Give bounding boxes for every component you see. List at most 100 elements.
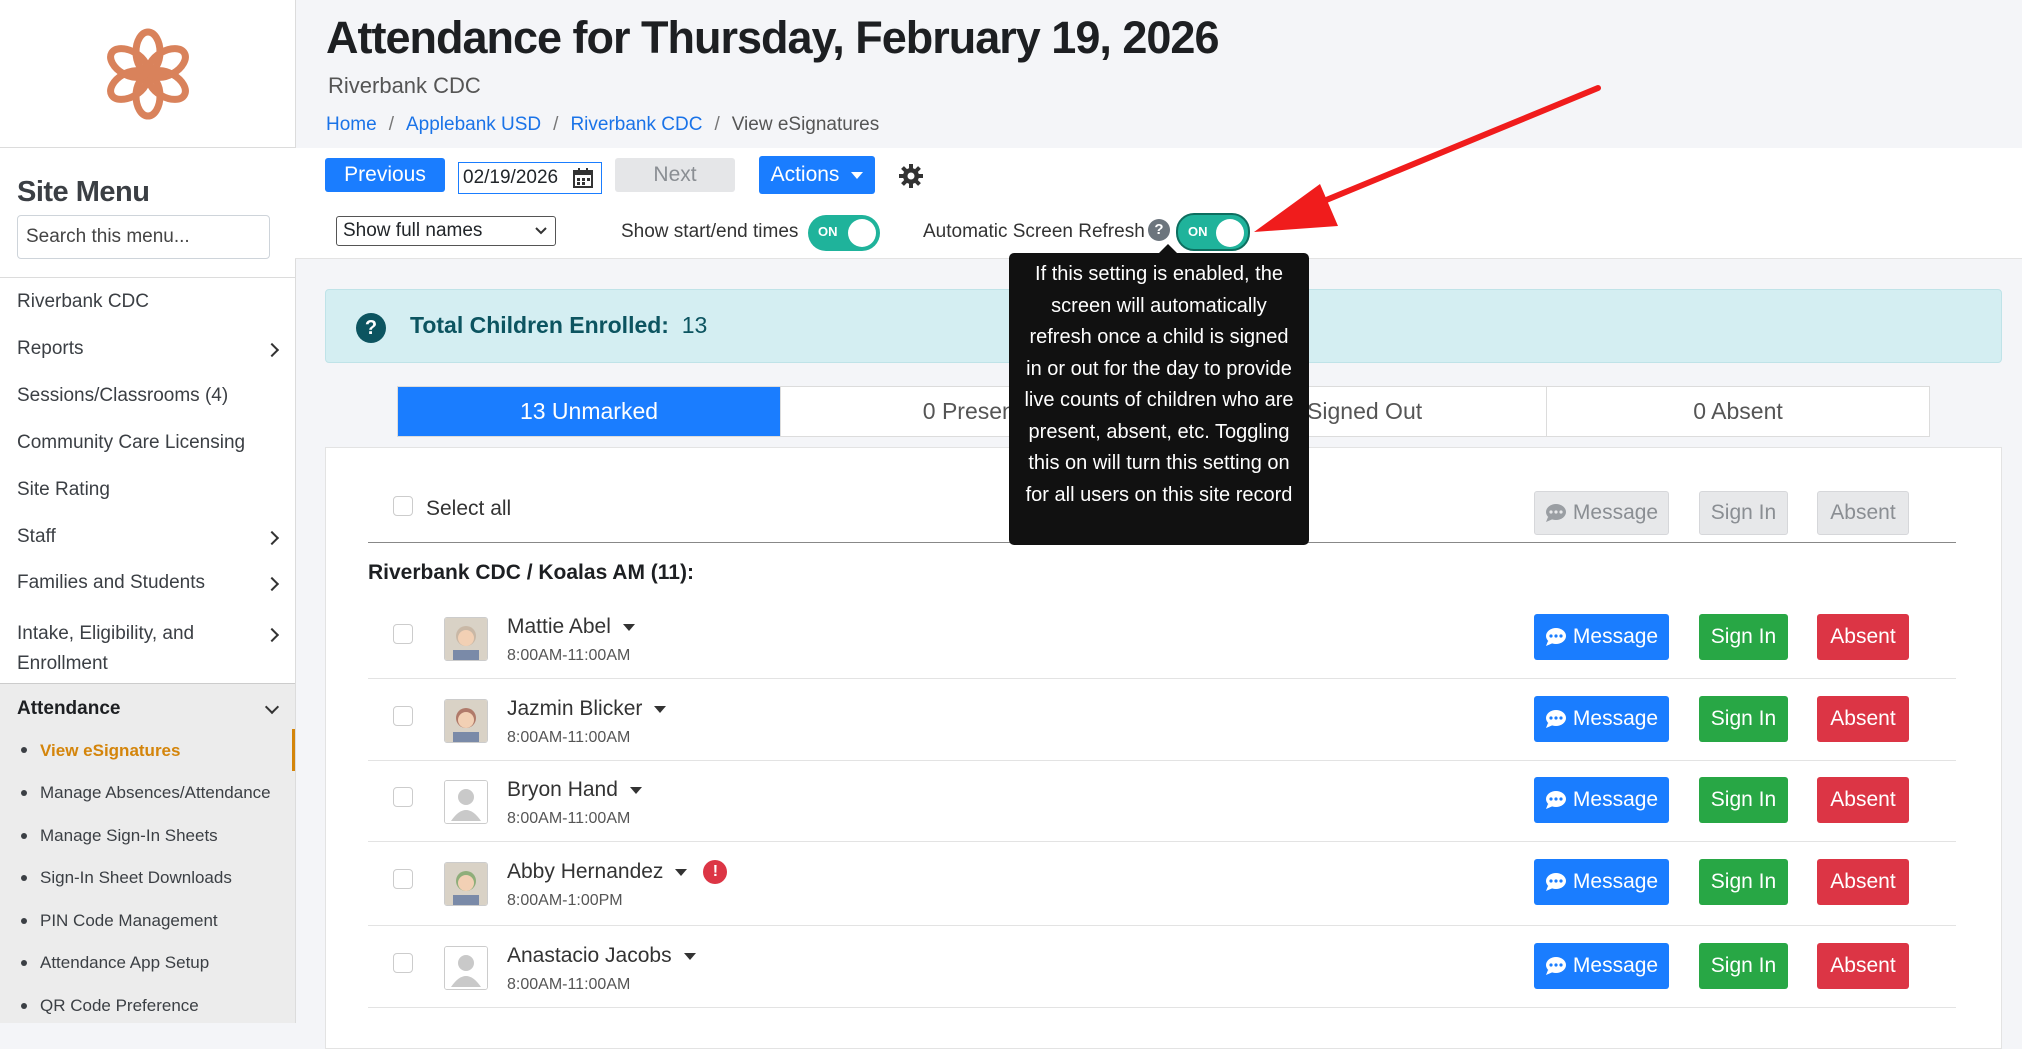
bulk-message-button[interactable]: Message bbox=[1534, 491, 1669, 535]
absent-button[interactable]: Absent bbox=[1817, 614, 1909, 660]
actions-dropdown[interactable]: Actions bbox=[759, 156, 875, 194]
child-name[interactable]: Jazmin Blicker bbox=[507, 697, 667, 721]
child-name[interactable]: Abby Hernandez! bbox=[507, 860, 728, 885]
caret-down-icon[interactable] bbox=[654, 705, 667, 713]
sign-in-button[interactable]: Sign In bbox=[1699, 696, 1788, 742]
sidebar-item-riverbank-cdc[interactable]: Riverbank CDC bbox=[17, 291, 149, 313]
sidebar-sub-pin-code-management[interactable]: PIN Code Management bbox=[40, 911, 218, 931]
attendance-section: Attendance View eSignatures Manage Absen… bbox=[0, 683, 295, 1023]
bullet bbox=[21, 918, 27, 924]
caret-down-icon[interactable] bbox=[683, 952, 696, 960]
date-field[interactable]: 02/19/2026 bbox=[458, 162, 602, 194]
sidebar-sub-attendance-app-setup[interactable]: Attendance App Setup bbox=[40, 953, 209, 973]
previous-button[interactable]: Previous bbox=[325, 158, 445, 192]
caret-down-icon[interactable] bbox=[622, 623, 635, 631]
sign-in-button[interactable]: Sign In bbox=[1699, 943, 1788, 989]
tab-unmarked[interactable]: 13 Unmarked bbox=[398, 387, 781, 436]
message-label: Message bbox=[1572, 707, 1659, 730]
absent-button[interactable]: Absent bbox=[1817, 943, 1909, 989]
sidebar-item-intake[interactable]: Intake, Eligibility, and Enrollment bbox=[17, 619, 287, 679]
exclamation-alert-icon[interactable]: ! bbox=[703, 860, 728, 885]
chevron-down-icon bbox=[535, 227, 547, 235]
sidebar-item-community-care-licensing[interactable]: Community Care Licensing bbox=[17, 432, 245, 454]
name-display-select[interactable]: Show full names bbox=[336, 216, 556, 246]
message-label: Message bbox=[1572, 788, 1659, 811]
caret-down-icon bbox=[851, 171, 864, 179]
row-checkbox[interactable] bbox=[393, 953, 413, 973]
chevron-down-icon bbox=[264, 699, 280, 715]
sidebar-sub-view-esignatures[interactable]: View eSignatures bbox=[40, 741, 180, 761]
sign-in-button[interactable]: Sign In bbox=[1699, 777, 1788, 823]
sidebar-item-sessions[interactable]: Sessions/Classrooms (4) bbox=[17, 385, 228, 407]
sidebar-item-site-rating[interactable]: Site Rating bbox=[17, 479, 110, 501]
total-enrolled: Total Children Enrolled: 13 bbox=[410, 312, 707, 339]
date-value: 02/19/2026 bbox=[463, 167, 559, 188]
avatar bbox=[444, 862, 488, 906]
breadcrumb: Home / Applebank USD / Riverbank CDC / View eS… bbox=[326, 114, 879, 136]
caret-down-icon[interactable] bbox=[675, 868, 688, 876]
show-times-toggle[interactable]: ON bbox=[808, 215, 880, 251]
toggle-on-text: ON bbox=[818, 224, 838, 239]
child-schedule: 8:00AM-11:00AM bbox=[507, 647, 631, 664]
group-title: Riverbank CDC / Koalas AM (11): bbox=[368, 561, 694, 584]
sidebar-sub-qr-code-preference[interactable]: QR Code Preference bbox=[40, 996, 199, 1016]
avatar bbox=[444, 699, 488, 743]
child-name[interactable]: Anastacio Jacobs bbox=[507, 944, 696, 968]
chevron-right-icon bbox=[264, 576, 280, 592]
sidebar-item-reports[interactable]: Reports bbox=[17, 338, 287, 360]
chat-bubble-icon bbox=[1545, 710, 1566, 728]
breadcrumb-home[interactable]: Home bbox=[326, 114, 377, 135]
sidebar-sub-manage-sign-in-sheets[interactable]: Manage Sign-In Sheets bbox=[40, 826, 218, 846]
chat-bubble-icon bbox=[1545, 873, 1566, 891]
child-schedule: 8:00AM-11:00AM bbox=[507, 976, 631, 993]
bulk-sign-in-button[interactable]: Sign In bbox=[1699, 491, 1788, 535]
sidebar-item-staff[interactable]: Staff bbox=[17, 526, 287, 548]
child-name-text: Mattie Abel bbox=[507, 615, 611, 638]
menu-search-input[interactable] bbox=[17, 215, 270, 259]
sign-in-button[interactable]: Sign In bbox=[1699, 614, 1788, 660]
absent-button[interactable]: Absent bbox=[1817, 859, 1909, 905]
help-icon[interactable]: ? bbox=[1148, 219, 1170, 241]
row-checkbox[interactable] bbox=[393, 624, 413, 644]
sidebar-item-families-and-students[interactable]: Families and Students bbox=[17, 572, 287, 594]
sidebar-sub-manage-absences[interactable]: Manage Absences/Attendance bbox=[40, 783, 271, 803]
child-name[interactable]: Bryon Hand bbox=[507, 778, 642, 802]
message-label: Message bbox=[1572, 625, 1659, 648]
child-schedule: 8:00AM-11:00AM bbox=[507, 729, 631, 746]
message-button[interactable]: Message bbox=[1534, 777, 1669, 823]
message-button[interactable]: Message bbox=[1534, 696, 1669, 742]
message-button[interactable]: Message bbox=[1534, 614, 1669, 660]
row-checkbox[interactable] bbox=[393, 869, 413, 889]
sidebar-sub-sign-in-sheet-downloads[interactable]: Sign-In Sheet Downloads bbox=[40, 868, 232, 888]
sidebar-item-label: Reports bbox=[17, 338, 84, 359]
annotation-arrow-icon bbox=[1254, 85, 1601, 232]
row-checkbox[interactable] bbox=[393, 787, 413, 807]
page-subtitle: Riverbank CDC bbox=[328, 73, 481, 98]
row-checkbox[interactable] bbox=[393, 706, 413, 726]
calendar-icon[interactable] bbox=[573, 168, 593, 188]
absent-button[interactable]: Absent bbox=[1817, 777, 1909, 823]
message-button[interactable]: Message bbox=[1534, 943, 1669, 989]
tab-absent[interactable]: 0 Absent bbox=[1547, 387, 1929, 436]
sign-in-button[interactable]: Sign In bbox=[1699, 859, 1788, 905]
flower-logo-icon bbox=[106, 28, 189, 119]
next-button[interactable]: Next bbox=[615, 158, 735, 192]
breadcrumb-riverbank-cdc[interactable]: Riverbank CDC bbox=[570, 114, 702, 135]
question-circle-icon: ? bbox=[356, 313, 386, 343]
bulk-absent-button[interactable]: Absent bbox=[1817, 491, 1909, 535]
breadcrumb-applebank-usd[interactable]: Applebank USD bbox=[406, 114, 541, 135]
sidebar-item-attendance[interactable]: Attendance bbox=[17, 698, 287, 720]
message-button[interactable]: Message bbox=[1534, 859, 1669, 905]
logo[interactable] bbox=[0, 0, 295, 148]
sidebar: Site Menu Riverbank CDC Reports Sessions… bbox=[0, 0, 296, 1023]
caret-down-icon[interactable] bbox=[629, 786, 642, 794]
breadcrumb-separator: / bbox=[714, 114, 720, 135]
site-menu-title: Site Menu bbox=[17, 176, 150, 208]
gear-icon[interactable] bbox=[898, 163, 924, 189]
auto-refresh-toggle[interactable]: ON bbox=[1176, 213, 1250, 251]
select-all-checkbox[interactable] bbox=[393, 496, 413, 516]
child-name[interactable]: Mattie Abel bbox=[507, 615, 635, 639]
total-enrolled-count: 13 bbox=[681, 312, 708, 338]
absent-button[interactable]: Absent bbox=[1817, 696, 1909, 742]
bullet bbox=[21, 833, 27, 839]
